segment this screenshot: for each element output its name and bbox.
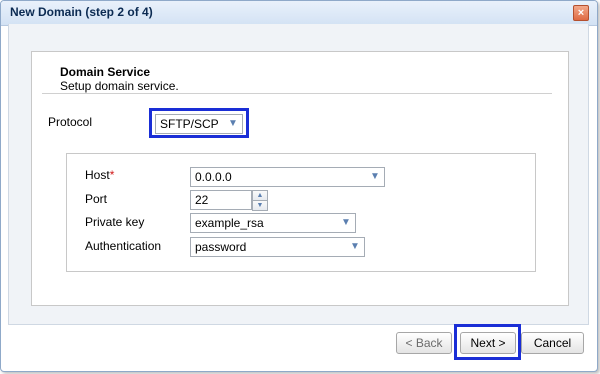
- spin-down-icon[interactable]: ▼: [252, 200, 268, 211]
- host-value: 0.0.0.0: [195, 170, 232, 184]
- protocol-highlight-box: [149, 108, 249, 138]
- section-subtitle: Setup domain service.: [60, 79, 179, 93]
- cancel-button[interactable]: Cancel: [521, 332, 584, 354]
- port-input[interactable]: 22: [190, 190, 252, 210]
- dialog-title: New Domain (step 2 of 4): [10, 5, 153, 19]
- section-title: Domain Service: [60, 65, 151, 79]
- authentication-label: Authentication: [85, 239, 162, 253]
- next-highlight-box: [454, 324, 521, 360]
- host-label-text: Host: [85, 168, 110, 182]
- private-key-value: example_rsa: [195, 216, 264, 230]
- host-label: Host*: [85, 168, 114, 182]
- port-value: 22: [195, 193, 209, 207]
- required-marker: *: [109, 168, 115, 182]
- close-icon[interactable]: ×: [573, 5, 589, 21]
- chevron-down-icon[interactable]: ▼: [366, 168, 384, 186]
- host-combobox[interactable]: 0.0.0.0 ▼: [190, 167, 385, 187]
- chevron-down-icon[interactable]: ▼: [337, 214, 355, 232]
- authentication-select[interactable]: password ▼: [190, 237, 365, 257]
- title-bar[interactable]: New Domain (step 2 of 4) ×: [1, 1, 597, 26]
- port-stepper[interactable]: ▲ ▼: [252, 190, 268, 211]
- protocol-label: Protocol: [48, 115, 93, 129]
- section-divider: [42, 93, 552, 94]
- port-label: Port: [85, 192, 108, 206]
- private-key-select[interactable]: example_rsa ▼: [190, 213, 356, 233]
- authentication-value: password: [195, 240, 247, 254]
- back-button[interactable]: < Back: [396, 332, 452, 354]
- private-key-label: Private key: [85, 215, 145, 229]
- chevron-down-icon[interactable]: ▼: [346, 238, 364, 256]
